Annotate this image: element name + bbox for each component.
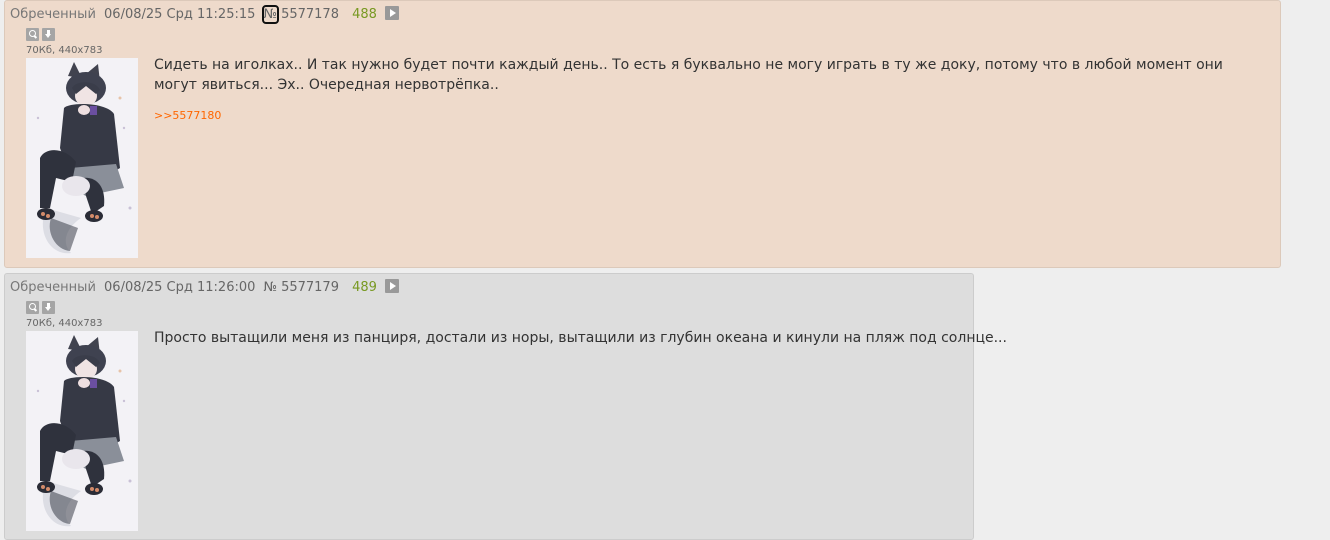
search-icon[interactable] — [26, 28, 39, 41]
play-icon[interactable] — [385, 6, 400, 20]
post: Обреченный 06/08/25 Срд 11:25:15 № 557717… — [4, 0, 1281, 268]
play-icon[interactable] — [385, 279, 400, 293]
post-message: Просто вытащили меня из панциря, достали… — [154, 330, 1007, 346]
post: Обреченный 06/08/25 Срд 11:26:00 № 557717… — [4, 273, 1007, 540]
post-number[interactable]: 5577179 — [281, 280, 339, 295]
poster-name: Обреченный — [10, 280, 96, 295]
post-header: Обреченный 06/08/25 Срд 11:25:15 № 557717… — [10, 5, 403, 24]
post-image-thumbnail[interactable] — [26, 58, 138, 258]
search-icon[interactable] — [26, 301, 39, 314]
character-illustration — [26, 58, 138, 258]
post-number-prefix[interactable]: № — [261, 5, 279, 24]
download-icon[interactable] — [42, 28, 55, 41]
post-header: Обреченный 06/08/25 Срд 11:26:00 № 557717… — [10, 279, 403, 296]
post-count: 489 — [352, 280, 377, 295]
download-icon[interactable] — [42, 301, 55, 314]
character-illustration — [26, 331, 138, 531]
file-tools — [26, 28, 55, 41]
post-number-prefix[interactable]: № — [264, 280, 278, 295]
post-number-link[interactable]: № 5577178 — [261, 5, 343, 24]
file-info: 70Кб, 440x783 — [26, 318, 103, 329]
poster-name: Обреченный — [10, 7, 96, 22]
post-date: 06/08/25 Срд 11:25:15 — [104, 7, 256, 22]
post-message: Сидеть на иголках.. И так нужно будет по… — [154, 57, 1223, 93]
reply-link[interactable]: >>5577180 — [154, 109, 221, 123]
file-info: 70Кб, 440x783 — [26, 45, 103, 56]
post-number-link[interactable]: № 5577179 — [264, 280, 343, 295]
post-number[interactable]: 5577178 — [281, 7, 339, 22]
post-image-thumbnail[interactable] — [26, 331, 138, 531]
post-count: 488 — [352, 7, 377, 22]
post-date: 06/08/25 Срд 11:26:00 — [104, 280, 256, 295]
file-tools — [26, 301, 55, 314]
